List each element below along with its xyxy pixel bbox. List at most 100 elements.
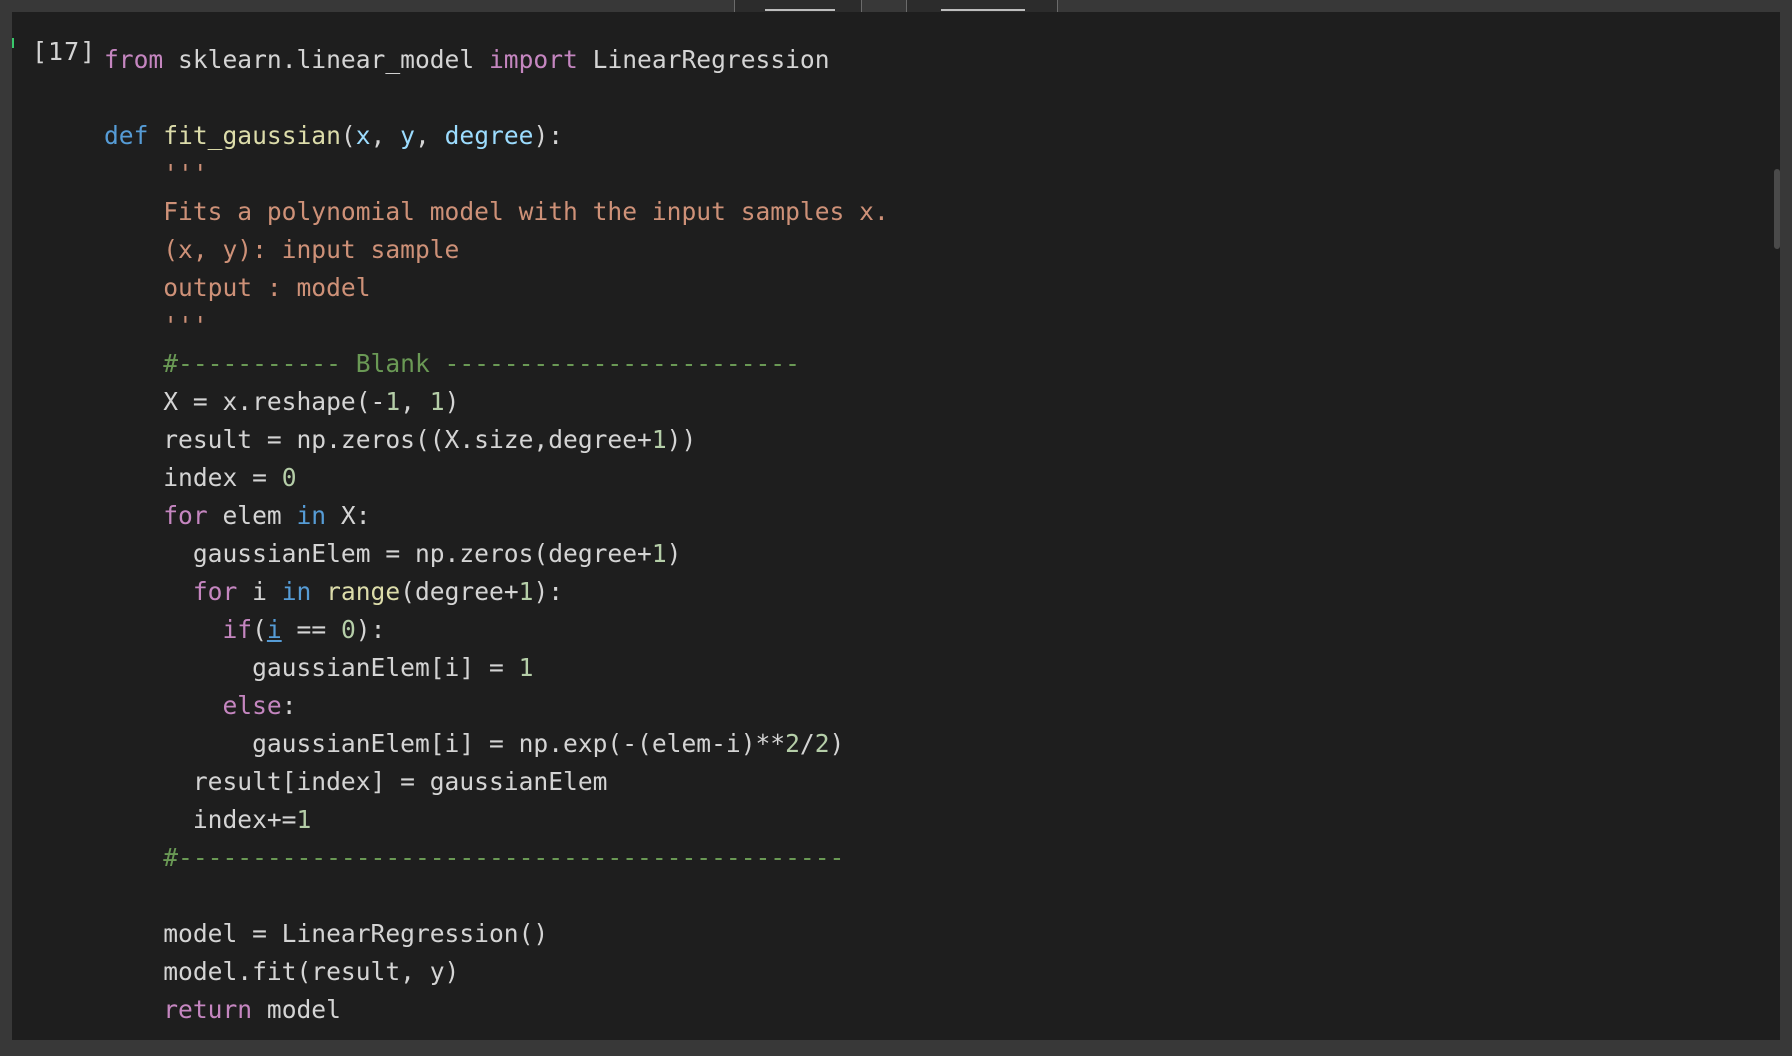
code-token: ):: [533, 577, 564, 606]
code-token: ,: [400, 387, 430, 416]
code-token: 0: [340, 615, 356, 644]
code-line[interactable]: #---------------------------------------…: [104, 839, 889, 877]
code-line[interactable]: gaussianElem[i] = np.exp(-(elem-i)**2/2): [104, 725, 889, 763]
code-line[interactable]: if(i == 0):: [104, 611, 889, 649]
code-token: /: [799, 729, 815, 758]
code-token: result[index] = gaussianElem: [104, 767, 608, 796]
code-line[interactable]: [104, 79, 889, 117]
code-line[interactable]: from sklearn.linear_model import LinearR…: [104, 41, 889, 79]
code-token: in: [281, 577, 312, 606]
code-line[interactable]: gaussianElem = np.zeros(degree+1): [104, 535, 889, 573]
code-line[interactable]: ''': [104, 155, 889, 193]
code-token: from: [104, 45, 164, 74]
code-token: else: [222, 691, 282, 720]
code-line[interactable]: else:: [104, 687, 889, 725]
code-token: ): [444, 387, 460, 416]
code-token: X:: [326, 501, 371, 530]
code-token: )): [666, 425, 697, 454]
code-token: i: [266, 615, 282, 644]
code-token: model.fit(result, y): [104, 957, 460, 986]
code-token: sklearn.linear_model: [163, 45, 489, 74]
code-line[interactable]: index+=1: [104, 801, 889, 839]
code-token: ):: [355, 615, 386, 644]
code-token: (: [252, 615, 267, 644]
scrollbar-thumb[interactable]: [1774, 169, 1780, 249]
code-token: ): [666, 539, 682, 568]
code-token: import: [488, 45, 578, 74]
code-line[interactable]: model = LinearRegression(): [104, 915, 889, 953]
code-line[interactable]: return model: [104, 991, 889, 1029]
code-token: 1: [651, 425, 667, 454]
code-token: (: [340, 121, 356, 150]
code-token: output : model: [104, 273, 371, 302]
code-token: LinearRegression: [577, 45, 830, 74]
code-token: ):: [533, 121, 564, 150]
code-line[interactable]: output : model: [104, 269, 889, 307]
code-token: (degree+: [400, 577, 519, 606]
code-line[interactable]: result = np.zeros((X.size,degree+1)): [104, 421, 889, 459]
code-line[interactable]: def fit_gaussian(x, y, degree):: [104, 117, 889, 155]
code-token: if: [222, 615, 253, 644]
code-token: index =: [104, 463, 282, 492]
code-line[interactable]: for i in range(degree+1):: [104, 573, 889, 611]
code-token: fit_gaussian: [163, 121, 341, 150]
code-token: :: [281, 691, 297, 720]
code-token: ''': [104, 159, 208, 188]
code-line[interactable]: gaussianElem[i] = 1: [104, 649, 889, 687]
code-editor[interactable]: from sklearn.linear_model import LinearR…: [104, 41, 889, 1029]
code-token: 1: [651, 539, 667, 568]
code-token: 1: [296, 805, 312, 834]
code-token: degree: [444, 121, 534, 150]
code-token: elem: [207, 501, 297, 530]
code-token: result = np.zeros((X.size,degree+: [104, 425, 652, 454]
code-token: gaussianElem = np.zeros(degree+: [104, 539, 652, 568]
code-line[interactable]: [104, 877, 889, 915]
code-token: #----------- Blank ---------------------…: [104, 349, 800, 378]
code-line[interactable]: #----------- Blank ---------------------…: [104, 345, 889, 383]
code-token: ==: [281, 615, 341, 644]
code-token: #---------------------------------------…: [104, 843, 845, 872]
code-token: i: [237, 577, 282, 606]
code-token: 1: [385, 387, 401, 416]
code-token: model: [252, 995, 341, 1024]
code-line[interactable]: ''': [104, 307, 889, 345]
code-token: for: [192, 577, 238, 606]
top-toolbar: [0, 0, 1792, 18]
code-token: gaussianElem[i] = np.exp(-(elem-i)**: [104, 729, 786, 758]
code-line[interactable]: result[index] = gaussianElem: [104, 763, 889, 801]
code-line[interactable]: X = x.reshape(-1, 1): [104, 383, 889, 421]
code-line[interactable]: index = 0: [104, 459, 889, 497]
code-line[interactable]: for elem in X:: [104, 497, 889, 535]
code-token: ,: [414, 121, 445, 150]
code-token: ,: [370, 121, 401, 150]
code-token: ): [829, 729, 845, 758]
code-line[interactable]: Fits a polynomial model with the input s…: [104, 193, 889, 231]
code-token: 1: [518, 653, 534, 682]
code-token: for: [163, 501, 208, 530]
execution-count: [17]: [32, 37, 97, 66]
code-token: in: [296, 501, 327, 530]
code-token: Fits a polynomial model with the input s…: [104, 197, 889, 226]
code-token: y: [400, 121, 415, 150]
code-line[interactable]: (x, y): input sample: [104, 231, 889, 269]
code-cell[interactable]: [17] from sklearn.linear_model import Li…: [12, 12, 1780, 1040]
add-code-icon: [765, 9, 835, 11]
code-token: model = LinearRegression(): [104, 919, 549, 948]
code-token: ''': [104, 311, 208, 340]
code-token: index+=: [104, 805, 297, 834]
code-token: range: [326, 577, 401, 606]
code-line[interactable]: model.fit(result, y): [104, 953, 889, 991]
code-token: (x, y): input sample: [104, 235, 460, 264]
add-text-icon: [941, 9, 1025, 11]
code-token: gaussianElem[i] =: [104, 653, 519, 682]
code-token: 1: [518, 577, 534, 606]
code-token: return: [163, 995, 253, 1024]
code-token: x: [355, 121, 371, 150]
code-token: 0: [281, 463, 297, 492]
code-token: 2: [814, 729, 830, 758]
cell-focus-marker: [12, 38, 14, 48]
